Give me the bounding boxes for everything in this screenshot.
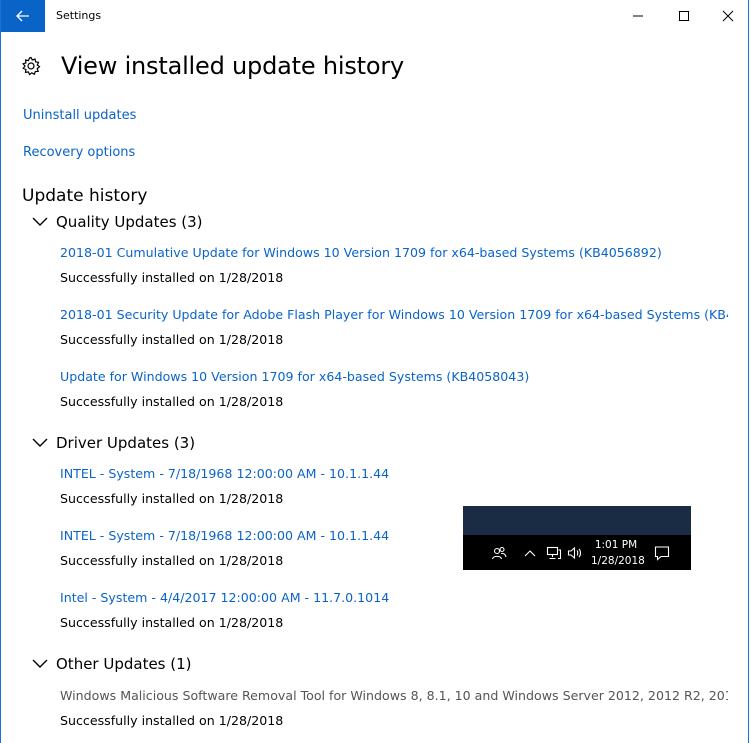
taskbar-snippet: 1:01 PM 1/28/2018 [463,506,691,570]
back-button[interactable] [1,0,45,32]
minimize-button[interactable] [615,0,660,32]
speaker-icon [567,546,582,559]
page-header: View installed update history [21,52,404,80]
notification-icon [654,545,670,561]
update-name: Windows Malicious Software Removal Tool … [60,688,728,703]
clock-date: 1/28/2018 [591,555,645,567]
close-button[interactable] [705,0,750,32]
update-link[interactable]: Intel - System - 4/4/2017 12:00:00 AM - … [60,590,389,605]
uninstall-updates-link[interactable]: Uninstall updates [23,108,136,123]
volume-button[interactable] [566,535,584,570]
group-header-label: Quality Updates (3) [56,213,203,231]
app-title: Settings [56,9,102,22]
update-status: Successfully installed on 1/28/2018 [60,713,284,728]
update-link[interactable]: 2018-01 Cumulative Update for Windows 10… [60,245,662,260]
update-status: Successfully installed on 1/28/2018 [60,270,284,285]
clock-time: 1:01 PM [594,539,638,551]
chevron-up-icon [524,549,536,556]
chevron-down-icon [32,217,48,226]
update-status: Successfully installed on 1/28/2018 [60,394,284,409]
driver-updates-toggle[interactable]: Driver Updates (3) [32,434,195,452]
update-link[interactable]: Update for Windows 10 Version 1709 for x… [60,369,529,384]
people-icon [491,546,507,559]
update-history-heading: Update history [22,186,148,206]
minimize-icon [632,15,643,17]
network-button[interactable] [545,535,563,570]
quality-updates-toggle[interactable]: Quality Updates (3) [32,213,203,231]
chevron-down-icon [32,659,48,668]
show-hidden-icons-button[interactable] [523,535,537,570]
gear-icon [22,56,41,76]
update-link[interactable]: INTEL - System - 7/18/1968 12:00:00 AM -… [60,528,389,543]
action-center-button[interactable] [651,535,673,570]
title-bar: Settings [1,0,748,32]
group-header-label: Driver Updates (3) [56,434,196,452]
update-status: Successfully installed on 1/28/2018 [60,615,284,630]
chevron-down-icon [32,438,48,447]
maximize-icon [678,11,689,21]
group-header-label: Other Updates (1) [56,655,192,673]
update-status: Successfully installed on 1/28/2018 [60,332,284,347]
update-link[interactable]: 2018-01 Security Update for Adobe Flash … [60,307,728,322]
page-title: View installed update history [61,52,404,80]
maximize-button[interactable] [661,0,706,32]
other-updates-toggle[interactable]: Other Updates (1) [32,655,192,673]
update-status: Successfully installed on 1/28/2018 [60,553,284,568]
recovery-options-link[interactable]: Recovery options [23,145,135,160]
back-arrow-icon [16,10,29,22]
clock[interactable]: 1:01 PM 1/28/2018 [591,537,645,569]
update-status: Successfully installed on 1/28/2018 [60,491,284,506]
people-button[interactable] [489,535,509,570]
taskbar: 1:01 PM 1/28/2018 [463,535,691,570]
network-icon [546,546,562,559]
update-link[interactable]: INTEL - System - 7/18/1968 12:00:00 AM -… [60,466,389,481]
desktop-strip [463,506,691,535]
close-icon [722,10,733,22]
settings-window: Settings View installed update history U… [0,0,749,743]
